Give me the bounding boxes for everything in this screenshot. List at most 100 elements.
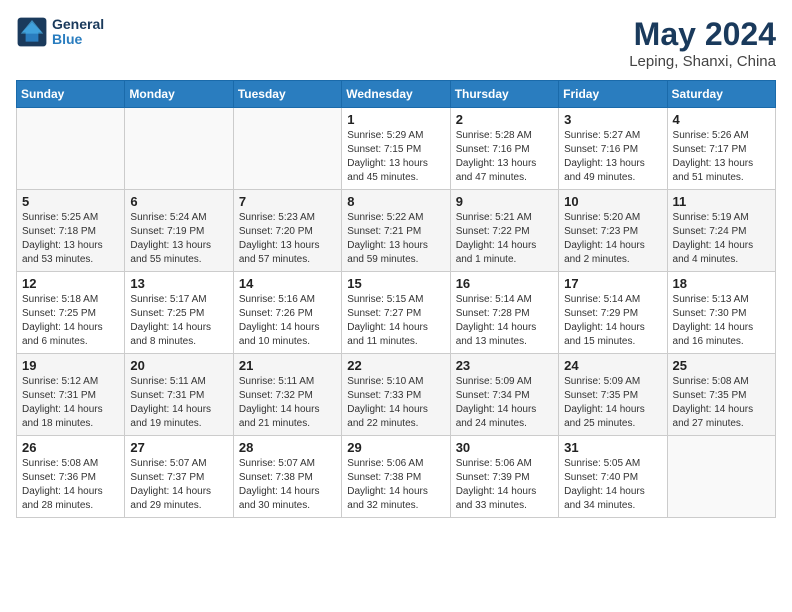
calendar-cell: 13 Sunrise: 5:17 AM Sunset: 7:25 PM Dayli…: [125, 272, 233, 354]
cell-info: Sunrise: 5:25 AM Sunset: 7:18 PM Dayligh…: [22, 211, 119, 267]
day-number: 31: [564, 440, 661, 455]
day-number: 2: [456, 112, 553, 127]
calendar-cell: 31 Sunrise: 5:05 AM Sunset: 7:40 PM Dayli…: [559, 436, 667, 518]
day-number: 11: [673, 194, 770, 209]
day-number: 19: [22, 358, 119, 373]
header-cell-sunday: Sunday: [17, 81, 125, 108]
cell-info: Sunrise: 5:23 AM Sunset: 7:20 PM Dayligh…: [239, 211, 336, 267]
day-number: 8: [347, 194, 444, 209]
calendar-cell: 2 Sunrise: 5:28 AM Sunset: 7:16 PM Daylig…: [450, 108, 558, 190]
cell-info: Sunrise: 5:09 AM Sunset: 7:34 PM Dayligh…: [456, 375, 553, 431]
week-row-4: 19 Sunrise: 5:12 AM Sunset: 7:31 PM Dayli…: [17, 354, 776, 436]
day-number: 4: [673, 112, 770, 127]
calendar-cell: 22 Sunrise: 5:10 AM Sunset: 7:33 PM Dayli…: [342, 354, 450, 436]
calendar-header: SundayMondayTuesdayWednesdayThursdayFrid…: [17, 81, 776, 108]
cell-info: Sunrise: 5:24 AM Sunset: 7:19 PM Dayligh…: [130, 211, 227, 267]
calendar-cell: [667, 436, 775, 518]
cell-info: Sunrise: 5:06 AM Sunset: 7:39 PM Dayligh…: [456, 457, 553, 513]
cell-info: Sunrise: 5:15 AM Sunset: 7:27 PM Dayligh…: [347, 293, 444, 349]
cell-info: Sunrise: 5:20 AM Sunset: 7:23 PM Dayligh…: [564, 211, 661, 267]
cell-info: Sunrise: 5:18 AM Sunset: 7:25 PM Dayligh…: [22, 293, 119, 349]
cell-info: Sunrise: 5:07 AM Sunset: 7:37 PM Dayligh…: [130, 457, 227, 513]
calendar-cell: 4 Sunrise: 5:26 AM Sunset: 7:17 PM Daylig…: [667, 108, 775, 190]
cell-info: Sunrise: 5:07 AM Sunset: 7:38 PM Dayligh…: [239, 457, 336, 513]
day-number: 25: [673, 358, 770, 373]
calendar-cell: 10 Sunrise: 5:20 AM Sunset: 7:23 PM Dayli…: [559, 190, 667, 272]
day-number: 9: [456, 194, 553, 209]
title-block: May 2024 Leping, Shanxi, China: [629, 16, 776, 70]
calendar-cell: 21Sunrise: 5:11 AM Sunset: 7:32 PM Dayli…: [233, 354, 341, 436]
calendar-cell: 7Sunrise: 5:23 AM Sunset: 7:20 PM Daylig…: [233, 190, 341, 272]
calendar-cell: 19 Sunrise: 5:12 AM Sunset: 7:31 PM Dayli…: [17, 354, 125, 436]
logo-text: General Blue: [52, 17, 104, 48]
day-number: 27: [130, 440, 227, 455]
cell-info: Sunrise: 5:26 AM Sunset: 7:17 PM Dayligh…: [673, 129, 770, 185]
day-number: 10: [564, 194, 661, 209]
week-row-3: 12 Sunrise: 5:18 AM Sunset: 7:25 PM Dayli…: [17, 272, 776, 354]
calendar-cell: 24Sunrise: 5:09 AM Sunset: 7:35 PM Dayli…: [559, 354, 667, 436]
page-header: General Blue May 2024 Leping, Shanxi, Ch…: [16, 16, 776, 70]
cell-info: Sunrise: 5:19 AM Sunset: 7:24 PM Dayligh…: [673, 211, 770, 267]
cell-info: Sunrise: 5:17 AM Sunset: 7:25 PM Dayligh…: [130, 293, 227, 349]
day-number: 14: [239, 276, 336, 291]
cell-info: Sunrise: 5:14 AM Sunset: 7:29 PM Dayligh…: [564, 293, 661, 349]
calendar-cell: 9Sunrise: 5:21 AM Sunset: 7:22 PM Daylig…: [450, 190, 558, 272]
cell-info: Sunrise: 5:05 AM Sunset: 7:40 PM Dayligh…: [564, 457, 661, 513]
month-year: May 2024: [629, 16, 776, 53]
calendar-cell: 29 Sunrise: 5:06 AM Sunset: 7:38 PM Dayli…: [342, 436, 450, 518]
cell-info: Sunrise: 5:14 AM Sunset: 7:28 PM Dayligh…: [456, 293, 553, 349]
calendar-cell: [17, 108, 125, 190]
header-row: SundayMondayTuesdayWednesdayThursdayFrid…: [17, 81, 776, 108]
cell-info: Sunrise: 5:06 AM Sunset: 7:38 PM Dayligh…: [347, 457, 444, 513]
calendar-cell: [233, 108, 341, 190]
calendar-cell: 12 Sunrise: 5:18 AM Sunset: 7:25 PM Dayli…: [17, 272, 125, 354]
calendar-cell: 28 Sunrise: 5:07 AM Sunset: 7:38 PM Dayli…: [233, 436, 341, 518]
header-cell-friday: Friday: [559, 81, 667, 108]
day-number: 13: [130, 276, 227, 291]
day-number: 20: [130, 358, 227, 373]
calendar-cell: 14 Sunrise: 5:16 AM Sunset: 7:26 PM Dayli…: [233, 272, 341, 354]
cell-info: Sunrise: 5:10 AM Sunset: 7:33 PM Dayligh…: [347, 375, 444, 431]
calendar-cell: [125, 108, 233, 190]
calendar-cell: 15 Sunrise: 5:15 AM Sunset: 7:27 PM Dayli…: [342, 272, 450, 354]
header-cell-wednesday: Wednesday: [342, 81, 450, 108]
cell-info: Sunrise: 5:29 AM Sunset: 7:15 PM Dayligh…: [347, 129, 444, 185]
day-number: 3: [564, 112, 661, 127]
day-number: 28: [239, 440, 336, 455]
calendar-cell: 6Sunrise: 5:24 AM Sunset: 7:19 PM Daylig…: [125, 190, 233, 272]
calendar-cell: 30Sunrise: 5:06 AM Sunset: 7:39 PM Dayli…: [450, 436, 558, 518]
location: Leping, Shanxi, China: [629, 53, 776, 70]
calendar-cell: 17 Sunrise: 5:14 AM Sunset: 7:29 PM Dayli…: [559, 272, 667, 354]
day-number: 15: [347, 276, 444, 291]
header-cell-monday: Monday: [125, 81, 233, 108]
week-row-5: 26Sunrise: 5:08 AM Sunset: 7:36 PM Dayli…: [17, 436, 776, 518]
cell-info: Sunrise: 5:22 AM Sunset: 7:21 PM Dayligh…: [347, 211, 444, 267]
calendar-cell: 26Sunrise: 5:08 AM Sunset: 7:36 PM Dayli…: [17, 436, 125, 518]
calendar-cell: 11 Sunrise: 5:19 AM Sunset: 7:24 PM Dayli…: [667, 190, 775, 272]
cell-info: Sunrise: 5:28 AM Sunset: 7:16 PM Dayligh…: [456, 129, 553, 185]
day-number: 24: [564, 358, 661, 373]
calendar-cell: 20Sunrise: 5:11 AM Sunset: 7:31 PM Dayli…: [125, 354, 233, 436]
cell-info: Sunrise: 5:16 AM Sunset: 7:26 PM Dayligh…: [239, 293, 336, 349]
week-row-1: 1Sunrise: 5:29 AM Sunset: 7:15 PM Daylig…: [17, 108, 776, 190]
day-number: 21: [239, 358, 336, 373]
week-row-2: 5 Sunrise: 5:25 AM Sunset: 7:18 PM Daylig…: [17, 190, 776, 272]
header-cell-thursday: Thursday: [450, 81, 558, 108]
day-number: 17: [564, 276, 661, 291]
logo-line1: General: [52, 17, 104, 32]
day-number: 22: [347, 358, 444, 373]
day-number: 5: [22, 194, 119, 209]
cell-info: Sunrise: 5:12 AM Sunset: 7:31 PM Dayligh…: [22, 375, 119, 431]
day-number: 16: [456, 276, 553, 291]
calendar-cell: 3 Sunrise: 5:27 AM Sunset: 7:16 PM Daylig…: [559, 108, 667, 190]
cell-info: Sunrise: 5:27 AM Sunset: 7:16 PM Dayligh…: [564, 129, 661, 185]
calendar-cell: 16 Sunrise: 5:14 AM Sunset: 7:28 PM Dayli…: [450, 272, 558, 354]
day-number: 26: [22, 440, 119, 455]
calendar-cell: 25Sunrise: 5:08 AM Sunset: 7:35 PM Dayli…: [667, 354, 775, 436]
logo-line2: Blue: [52, 32, 104, 47]
calendar-cell: 5 Sunrise: 5:25 AM Sunset: 7:18 PM Daylig…: [17, 190, 125, 272]
day-number: 29: [347, 440, 444, 455]
cell-info: Sunrise: 5:13 AM Sunset: 7:30 PM Dayligh…: [673, 293, 770, 349]
calendar-body: 1Sunrise: 5:29 AM Sunset: 7:15 PM Daylig…: [17, 108, 776, 518]
day-number: 12: [22, 276, 119, 291]
